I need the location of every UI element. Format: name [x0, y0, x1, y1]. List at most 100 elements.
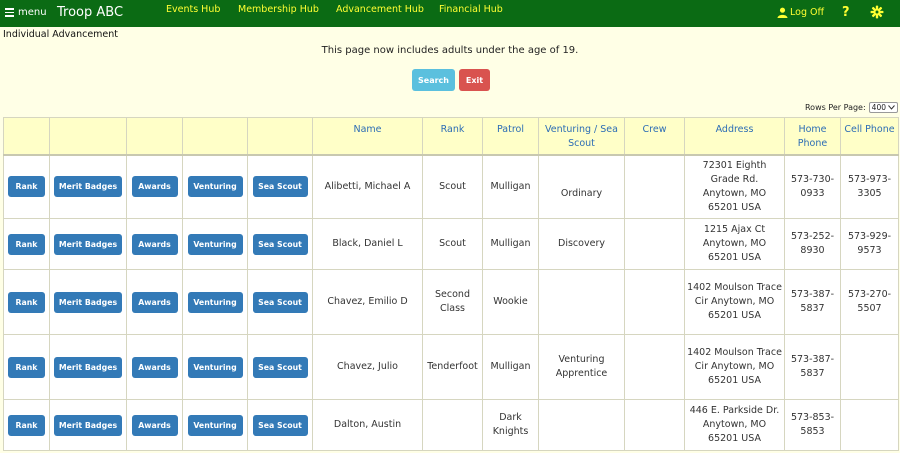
- awards-button[interactable]: Awards: [131, 233, 178, 255]
- action-cell: Awards: [126, 269, 183, 335]
- rank-button[interactable]: Rank: [8, 356, 45, 378]
- action-cell: Merit Badges: [49, 269, 127, 335]
- menu-label: menu: [18, 7, 47, 18]
- rows-per-page-label: Rows Per Page:: [804, 103, 866, 112]
- rank-button[interactable]: Rank: [8, 414, 45, 436]
- rows-per-page-value: 400: [871, 103, 886, 112]
- merit-badges-button[interactable]: Merit Badges: [54, 414, 122, 436]
- rows-per-page: Rows Per Page: 400: [805, 102, 898, 113]
- cell-cell: 573-270-5507: [840, 269, 899, 335]
- help-icon[interactable]: ?: [842, 5, 850, 20]
- action-cell: Awards: [126, 399, 183, 451]
- name-cell: Chavez, Julio: [312, 334, 423, 400]
- patrol-cell: Dark Knights: [482, 399, 539, 451]
- action-cell: Merit Badges: [49, 399, 127, 451]
- address-cell: 1402 Moulson Trace Cir Anytown, MO 65201…: [684, 334, 785, 400]
- rank-cell: Scout: [422, 154, 483, 219]
- brand-title[interactable]: Troop ABC: [57, 5, 123, 20]
- address-cell: 446 E. Parkside Dr. Anytown, MO 65201 US…: [684, 399, 785, 451]
- merit-badges-button[interactable]: Merit Badges: [54, 233, 122, 255]
- nav-membership-hub[interactable]: Membership Hub: [238, 4, 319, 15]
- column-header[interactable]: Name: [312, 117, 423, 156]
- rank-cell: Tenderfoot: [422, 334, 483, 400]
- address-cell: 72301 Eighth Grade Rd. Anytown, MO 65201…: [684, 154, 785, 219]
- sea-scout-button[interactable]: Sea Scout: [252, 176, 308, 198]
- action-cell: Rank: [3, 399, 50, 451]
- venturing-button[interactable]: Venturing: [187, 414, 243, 436]
- action-cell: Awards: [126, 334, 183, 400]
- venturing-button[interactable]: Venturing: [187, 233, 243, 255]
- home-cell: 573-730-0933: [784, 154, 841, 219]
- gear-icon[interactable]: [870, 5, 884, 19]
- name-cell: Dalton, Austin: [312, 399, 423, 451]
- table-body: Rank Merit Badges Awards Venturing Sea Scout…: [3, 154, 899, 451]
- sea-scout-button[interactable]: Sea Scout: [252, 356, 308, 378]
- venturing-cell: Ordinary: [538, 154, 625, 219]
- nav-events-hub[interactable]: Events Hub: [166, 4, 220, 15]
- rank-cell: [422, 399, 483, 451]
- nav-financial-hub[interactable]: Financial Hub: [439, 4, 503, 15]
- action-cell: Sea Scout: [247, 399, 313, 451]
- search-button[interactable]: Search: [412, 69, 455, 91]
- action-cell: Sea Scout: [247, 334, 313, 400]
- table-row: Rank Merit Badges Awards Venturing Sea Scout…: [3, 218, 899, 270]
- action-cell: Awards: [126, 154, 183, 219]
- column-header: [247, 117, 313, 156]
- patrol-cell: Mulligan: [482, 334, 539, 400]
- column-header: [182, 117, 248, 156]
- awards-button[interactable]: Awards: [131, 356, 178, 378]
- rank-button[interactable]: Rank: [8, 176, 45, 198]
- logoff-link[interactable]: Log Off: [777, 7, 824, 18]
- merit-badges-button[interactable]: Merit Badges: [54, 291, 122, 313]
- chevron-down-icon: [888, 105, 895, 110]
- action-cell: Merit Badges: [49, 334, 127, 400]
- awards-button[interactable]: Awards: [131, 176, 178, 198]
- sea-scout-button[interactable]: Sea Scout: [252, 233, 308, 255]
- action-cell: Merit Badges: [49, 218, 127, 270]
- advancement-table: Name Rank Patrol Venturing / Sea Scout Crew A…: [3, 117, 899, 451]
- venturing-button[interactable]: Venturing: [187, 291, 243, 313]
- awards-button[interactable]: Awards: [131, 414, 178, 436]
- patrol-cell: Wookie: [482, 269, 539, 335]
- menu-button[interactable]: menu: [5, 7, 47, 18]
- merit-badges-button[interactable]: Merit Badges: [54, 176, 122, 198]
- sea-scout-button[interactable]: Sea Scout: [252, 291, 308, 313]
- cell-cell: 573-973-3305: [840, 154, 899, 219]
- column-header[interactable]: Address: [684, 117, 785, 156]
- crew-cell: [624, 269, 685, 335]
- column-header[interactable]: Cell Phone: [840, 117, 899, 156]
- action-cell: Sea Scout: [247, 154, 313, 219]
- merit-badges-button[interactable]: Merit Badges: [54, 356, 122, 378]
- crew-cell: [624, 154, 685, 219]
- awards-button[interactable]: Awards: [131, 291, 178, 313]
- address-cell: 1215 Ajax Ct Anytown, MO 65201 USA: [684, 218, 785, 270]
- rows-per-page-select[interactable]: 400: [868, 102, 898, 113]
- action-cell: Rank: [3, 269, 50, 335]
- rank-button[interactable]: Rank: [8, 233, 45, 255]
- column-header[interactable]: Crew: [624, 117, 685, 156]
- venturing-button[interactable]: Venturing: [187, 356, 243, 378]
- cell-cell: [840, 334, 899, 400]
- column-header[interactable]: Home Phone: [784, 117, 841, 156]
- column-header[interactable]: Rank: [422, 117, 483, 156]
- nav-advancement-hub[interactable]: Advancement Hub: [336, 4, 424, 15]
- table-row: Rank Merit Badges Awards Venturing Sea Scout…: [3, 154, 899, 219]
- exit-button[interactable]: Exit: [459, 69, 490, 91]
- action-cell: Sea Scout: [247, 218, 313, 270]
- venturing-cell: Discovery: [538, 218, 625, 270]
- action-cell: Merit Badges: [49, 154, 127, 219]
- rank-cell: Scout: [422, 218, 483, 270]
- column-header[interactable]: Venturing / Sea Scout: [538, 117, 625, 156]
- action-cell: Rank: [3, 334, 50, 400]
- venturing-button[interactable]: Venturing: [187, 176, 243, 198]
- rank-button[interactable]: Rank: [8, 291, 45, 313]
- name-cell: Black, Daniel L: [312, 218, 423, 270]
- action-cell: Rank: [3, 218, 50, 270]
- column-header: [126, 117, 183, 156]
- column-header[interactable]: Patrol: [482, 117, 539, 156]
- hamburger-icon: [5, 8, 14, 17]
- notice-text: This page now includes adults under the …: [321, 45, 579, 56]
- user-icon: [777, 7, 788, 18]
- sea-scout-button[interactable]: Sea Scout: [252, 414, 308, 436]
- action-cell: Sea Scout: [247, 269, 313, 335]
